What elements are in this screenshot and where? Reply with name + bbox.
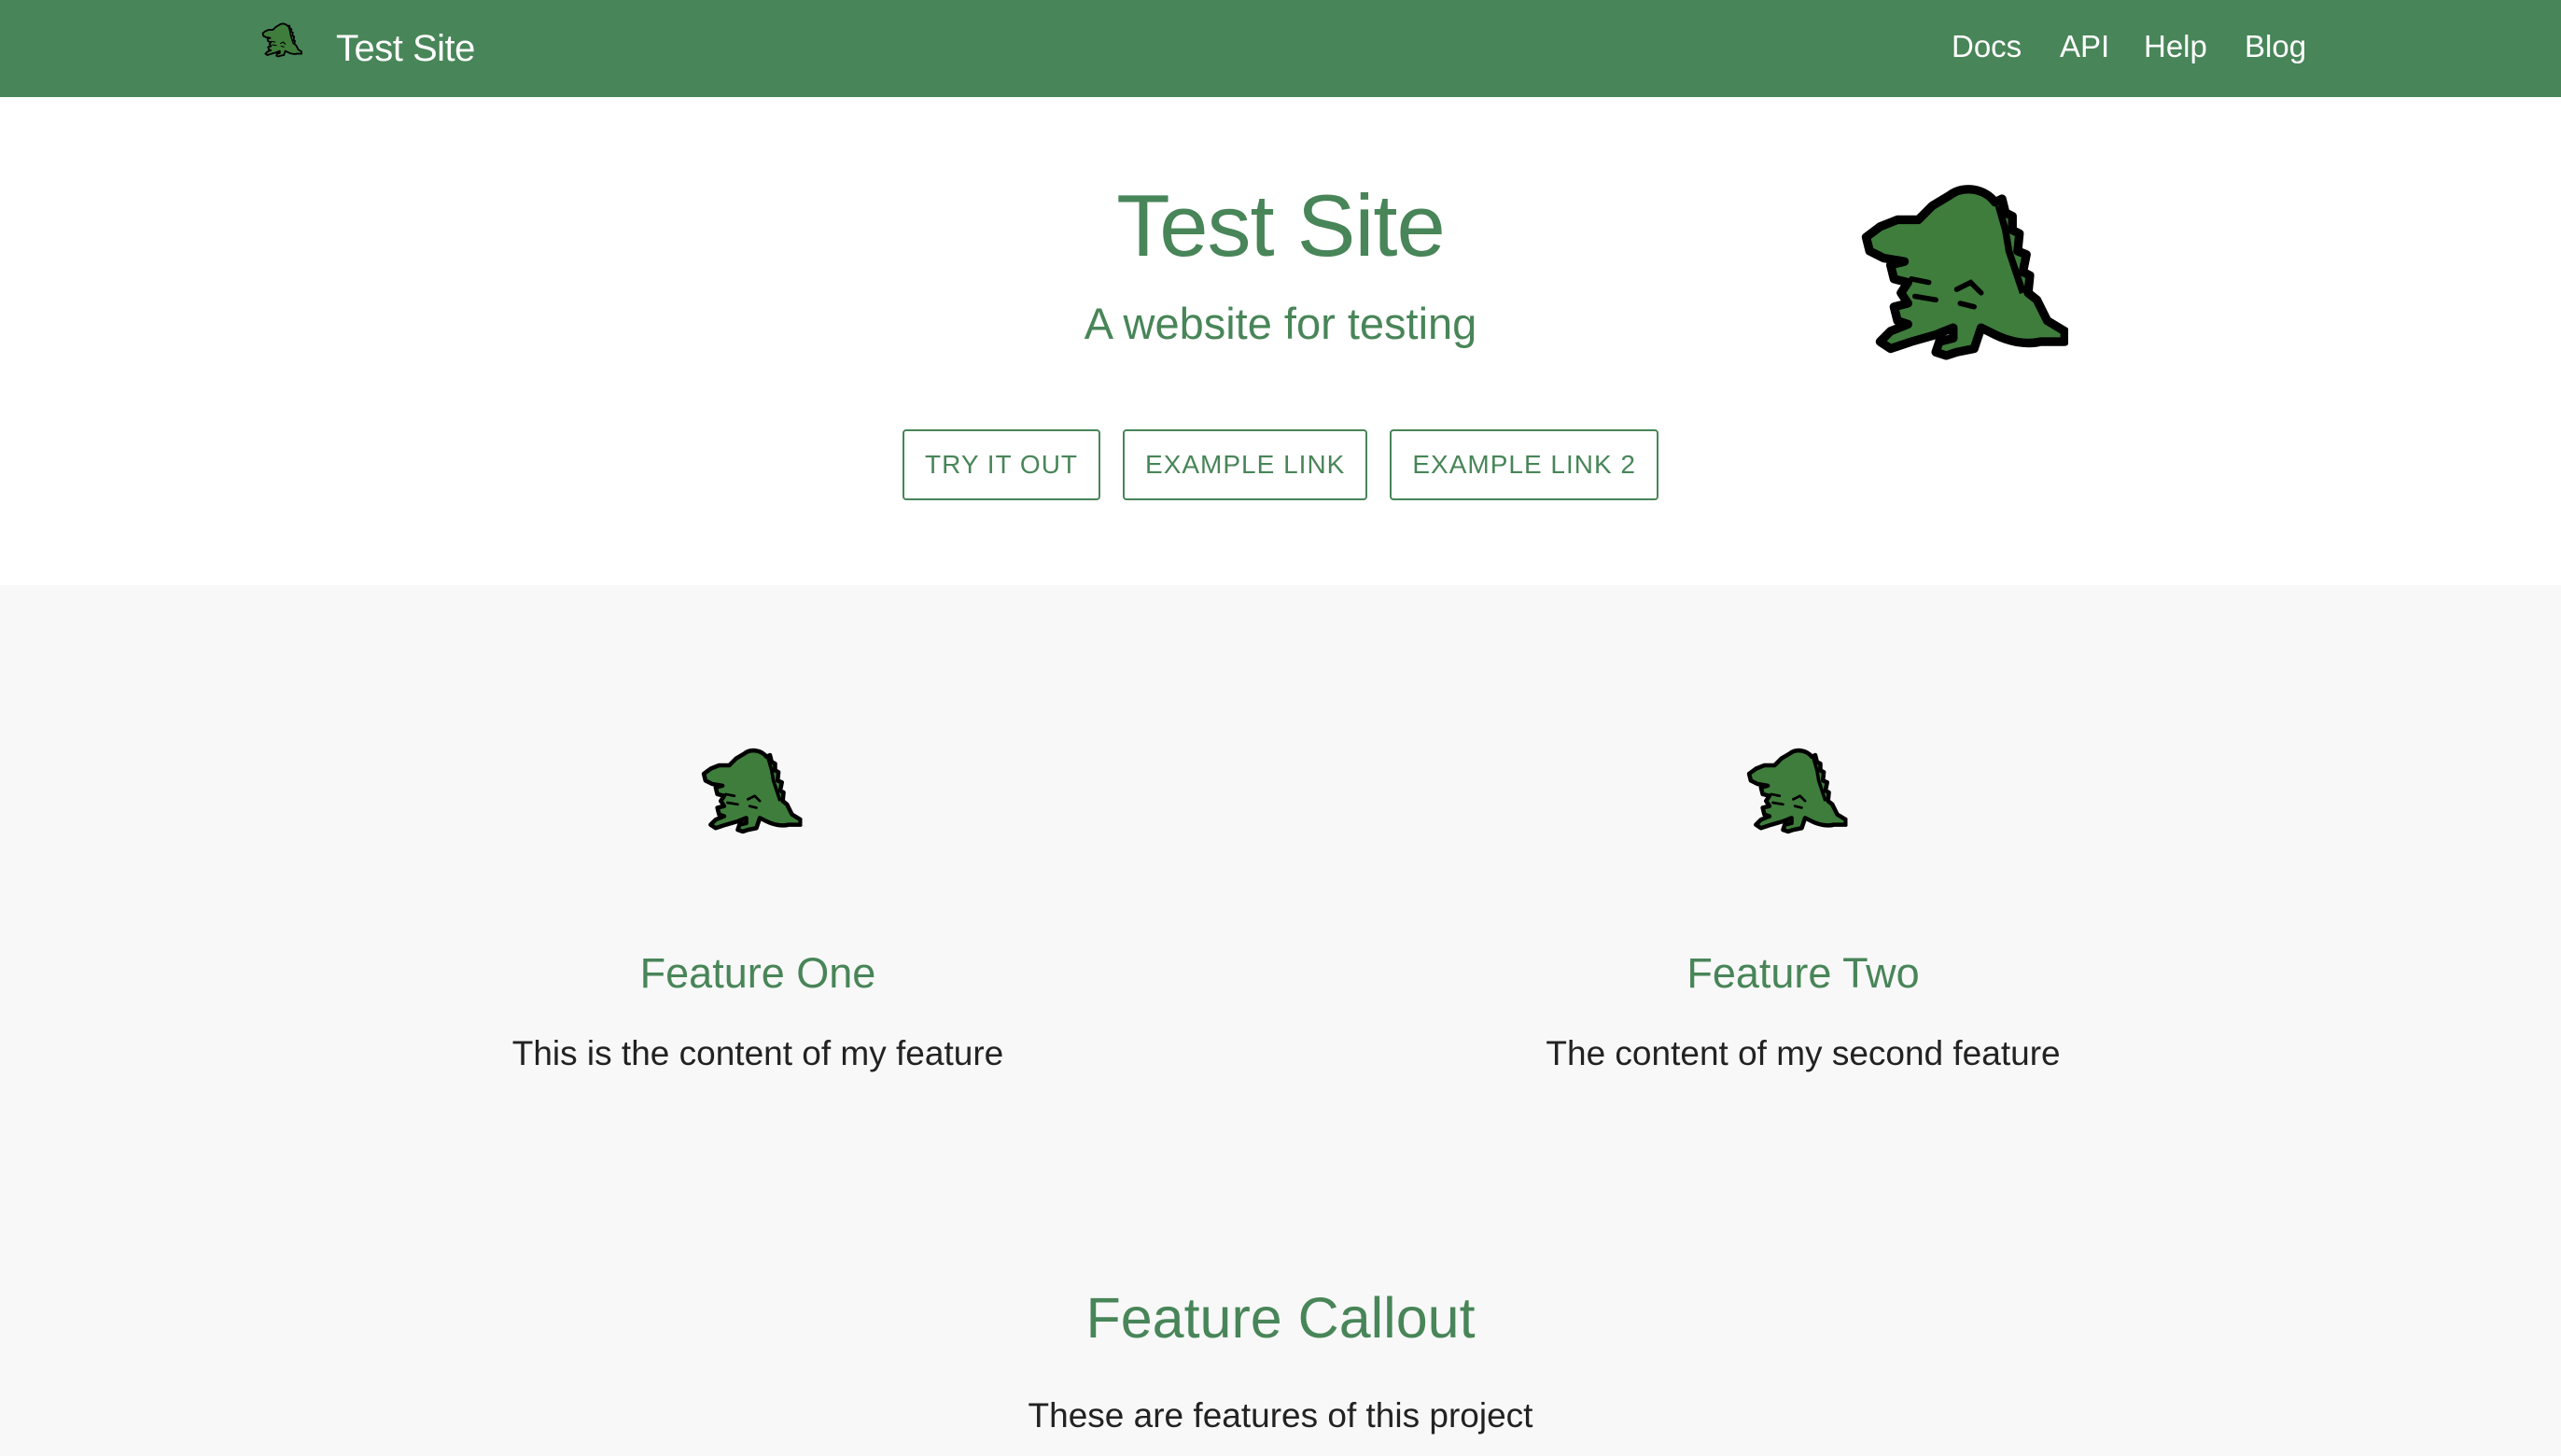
site-title-link[interactable]: Test Site bbox=[336, 24, 475, 73]
features-section: Feature One This is the content of my fe… bbox=[0, 585, 2561, 1456]
hero-button-group: TRY IT OUT EXAMPLE LINK EXAMPLE LINK 2 bbox=[0, 429, 2561, 500]
hero-title: Test Site bbox=[1116, 176, 1446, 274]
feature-title: Feature Two bbox=[1686, 949, 1920, 997]
try-it-out-button[interactable]: TRY IT OUT bbox=[903, 429, 1101, 500]
nav-link-help[interactable]: Help bbox=[2144, 24, 2207, 69]
feature-title: Feature One bbox=[639, 949, 876, 997]
dinosaur-icon[interactable] bbox=[261, 21, 302, 62]
dinosaur-icon bbox=[1859, 181, 2068, 373]
hero-section: Test Site A website for testing TRY IT O… bbox=[0, 97, 2561, 585]
feature-description: This is the content of my feature bbox=[511, 1034, 1004, 1072]
example-link-2-button[interactable]: EXAMPLE LINK 2 bbox=[1390, 429, 1658, 500]
top-navbar: Test Site Docs API Help Blog bbox=[0, 0, 2561, 97]
nav-link-api[interactable]: API bbox=[2060, 24, 2109, 69]
dinosaur-icon bbox=[700, 747, 803, 840]
dinosaur-icon bbox=[1745, 747, 1848, 840]
nav-link-blog[interactable]: Blog bbox=[2245, 24, 2306, 69]
feature-callout-text: These are features of this project bbox=[1028, 1396, 1533, 1435]
example-link-button[interactable]: EXAMPLE LINK bbox=[1123, 429, 1368, 500]
feature-description: The content of my second feature bbox=[1546, 1034, 2061, 1072]
hero-subtitle: A website for testing bbox=[1084, 299, 1477, 348]
nav-link-docs[interactable]: Docs bbox=[1952, 24, 2022, 69]
feature-callout-title: Feature Callout bbox=[1085, 1286, 1476, 1350]
